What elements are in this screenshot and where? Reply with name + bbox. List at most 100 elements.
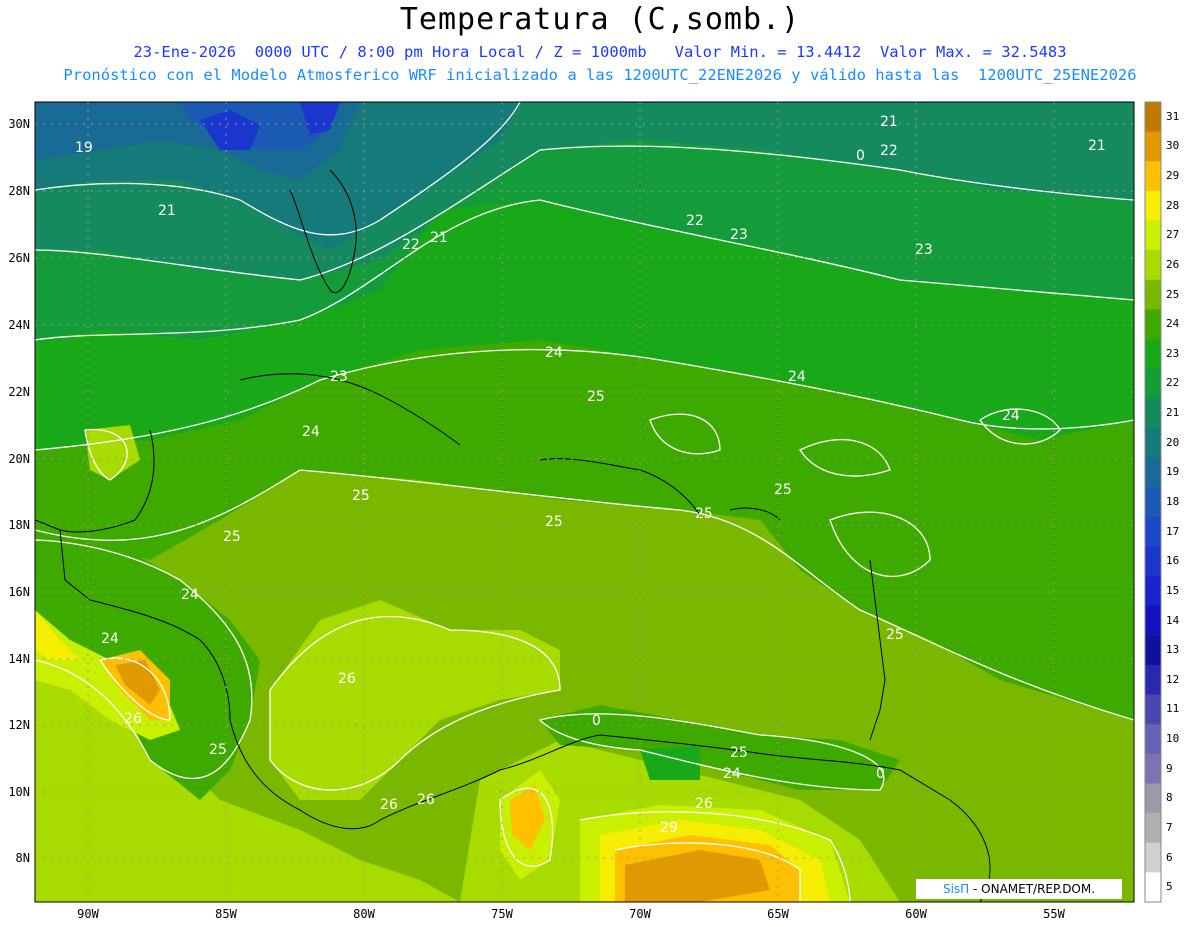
colorbar-label: 30 xyxy=(1166,139,1180,153)
colorbar-label: 7 xyxy=(1166,820,1173,834)
lat-label: 24N xyxy=(8,318,30,332)
colorbar-label: 11 xyxy=(1166,702,1180,716)
lat-label: 14N xyxy=(8,652,30,666)
lon-label: 90W xyxy=(77,907,99,921)
contour-label: 25 xyxy=(545,514,563,530)
credit-box: SisΠ - ONAMET/REP.DOM. xyxy=(916,879,1122,899)
colorbar-swatch xyxy=(1145,427,1161,459)
contour-label: 22 xyxy=(402,237,420,253)
colorbar-swatch xyxy=(1145,605,1161,636)
colorbar-swatch xyxy=(1145,694,1161,725)
contour-label: 26 xyxy=(380,797,398,813)
colorbar-label: 16 xyxy=(1166,554,1180,568)
contour-label: 19 xyxy=(75,140,93,156)
colorbar-swatch xyxy=(1145,487,1161,518)
colorbar-swatch xyxy=(1145,250,1161,281)
colorbar-swatch xyxy=(1145,398,1161,429)
colorbar-label: 24 xyxy=(1166,317,1180,331)
colorbar-swatch xyxy=(1145,309,1161,340)
contour-label: 24 xyxy=(788,369,806,385)
colorbar-label: 12 xyxy=(1166,672,1180,686)
colorbar-swatch xyxy=(1145,161,1161,192)
colorbar-label: 6 xyxy=(1166,850,1173,864)
contour-label: 25 xyxy=(587,389,605,405)
contour-label: 21 xyxy=(880,114,898,130)
contour-label: 0 xyxy=(592,713,601,729)
contour-label: 25 xyxy=(774,482,792,498)
contour-label: 23 xyxy=(730,227,748,243)
colorbar-swatch xyxy=(1145,664,1161,696)
contour-label: 0 xyxy=(856,148,865,164)
contour-label: 24 xyxy=(1002,408,1020,424)
colorbar-label: 23 xyxy=(1166,346,1180,360)
colorbar-swatch xyxy=(1145,842,1161,873)
colorbar-label: 15 xyxy=(1166,583,1180,597)
colorbar-swatch xyxy=(1145,516,1161,547)
colorbar-swatch xyxy=(1145,339,1161,370)
colorbar-label: 9 xyxy=(1166,761,1173,775)
colorbar-label: 8 xyxy=(1166,791,1173,805)
lat-label: 28N xyxy=(8,184,30,198)
colorbar-label: 14 xyxy=(1166,613,1180,627)
contour-label: 23 xyxy=(915,242,933,258)
lat-label: 18N xyxy=(8,518,30,532)
lat-label: 16N xyxy=(8,585,30,599)
lat-label: 8N xyxy=(16,851,30,865)
contour-label: 26 xyxy=(695,796,713,812)
contour-label: 25 xyxy=(695,506,713,522)
lat-label: 30N xyxy=(8,117,30,131)
contour-label: 25 xyxy=(352,488,370,504)
colorbar-label: 13 xyxy=(1166,643,1180,657)
lat-label: 26N xyxy=(8,251,30,265)
contour-label: 25 xyxy=(223,529,241,545)
colorbar-label: 26 xyxy=(1166,257,1180,271)
contour-label: 25 xyxy=(886,627,904,643)
contour-label: 21 xyxy=(430,230,448,246)
colorbar-label: 28 xyxy=(1166,198,1180,212)
colorbar-swatch xyxy=(1145,131,1161,162)
colorbar-swatch xyxy=(1145,457,1161,488)
colorbar-swatch xyxy=(1145,813,1161,844)
lat-label: 20N xyxy=(8,452,30,466)
brand-logo: SisΠ xyxy=(942,882,970,896)
contour-label: 0 xyxy=(876,766,885,782)
lon-label: 65W xyxy=(767,907,789,921)
colorbar-swatch xyxy=(1145,635,1161,666)
colorbar-label: 19 xyxy=(1166,465,1180,479)
colorbar-swatch xyxy=(1145,279,1161,310)
colorbar-swatch xyxy=(1145,546,1161,577)
contour-label: 21 xyxy=(158,203,176,219)
colorbar-label: 31 xyxy=(1166,109,1180,123)
colorbar-swatch xyxy=(1145,872,1161,903)
colorbar-swatch xyxy=(1145,783,1161,814)
colorbar-swatch xyxy=(1145,102,1161,133)
contour-label: 25 xyxy=(209,742,227,758)
lat-label: 12N xyxy=(8,718,30,732)
colorbar-label: 21 xyxy=(1166,406,1180,420)
credit-text: - ONAMET/REP.DOM. xyxy=(969,882,1096,896)
colorbar-label: 18 xyxy=(1166,495,1180,508)
colorbar-swatch xyxy=(1145,220,1161,251)
contour-label: 22 xyxy=(880,143,898,159)
colorbar-label: 25 xyxy=(1166,287,1180,301)
lon-label: 70W xyxy=(629,907,651,921)
contour-label: 22 xyxy=(686,213,704,229)
contour-label: 26 xyxy=(417,792,435,808)
colorbar-label: 27 xyxy=(1166,228,1180,242)
lon-label: 55W xyxy=(1043,907,1065,921)
contour-label: 26 xyxy=(338,671,356,687)
contour-label: 23 xyxy=(330,369,348,385)
colorbar xyxy=(1144,101,1162,903)
colorbar-swatch xyxy=(1145,724,1161,755)
colorbar-label: 29 xyxy=(1166,169,1180,183)
lon-label: 60W xyxy=(905,907,927,921)
colorbar-swatch xyxy=(1145,576,1161,607)
colorbar-label: 22 xyxy=(1166,376,1180,390)
colorbar-label: 10 xyxy=(1166,732,1180,746)
lon-label: 75W xyxy=(491,907,513,921)
colorbar-swatch xyxy=(1145,753,1161,784)
contour-label: 24 xyxy=(723,766,741,782)
contour-label: 29 xyxy=(660,820,678,836)
contour-label: 21 xyxy=(1088,138,1106,154)
contour-label: 26 xyxy=(124,711,142,727)
